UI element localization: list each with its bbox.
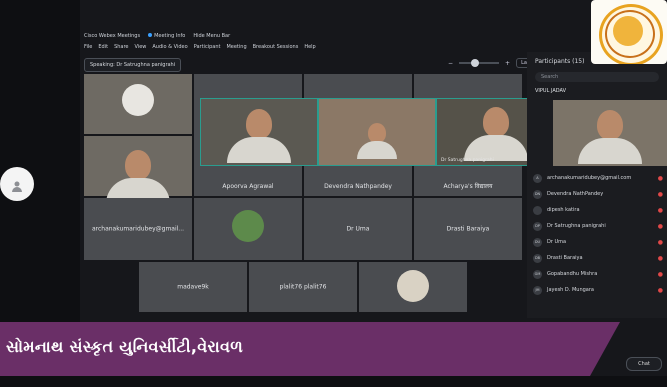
video-tile[interactable] [84,74,192,134]
participants-header: Participants (15) [535,58,585,65]
speaker-name-label: Dr Satrughna panigrahi [441,158,494,163]
user-avatar-icon[interactable] [0,167,34,201]
mic-muted-icon: ● [657,174,663,182]
participant-video [227,109,291,163]
webex-window: Cisco Webex Meetings Meeting Info Hide M… [0,0,667,387]
participant-row[interactable]: DU Dr Uma ● [533,236,663,248]
banner-title: સોમનાથ સંસ્કૃત યુનિવર્સીટી,વેરાવળ [6,337,244,356]
participant-row[interactable]: dipesh katira ● [533,204,663,216]
mic-muted-icon: ● [657,286,663,294]
menu-meeting[interactable]: Meeting [226,44,246,50]
tile-name: madave9k [177,283,209,291]
mic-muted-icon: ● [657,254,663,262]
tile-name: Devendra Nathpandey [324,183,392,190]
participant-row[interactable]: DP Dr Satrughna panigrahi ● [533,220,663,232]
menu-share[interactable]: Share [114,44,128,50]
participant-photo [122,84,154,116]
menu-audio-video[interactable]: Audio & Video [152,44,187,50]
video-tile[interactable] [84,136,192,204]
chat-button[interactable]: Chat [626,357,662,371]
participant-video [106,150,170,204]
menu-view[interactable]: View [135,44,147,50]
tile-name: Acharya's विद्यालय [443,183,493,190]
participant-photo [232,210,264,242]
video-tile[interactable] [359,262,467,312]
university-logo [591,0,667,64]
tile-name: Drasti Baraiya [446,225,490,233]
zoom-slider[interactable] [459,59,500,67]
tile-name: archanakumaridubey@gmail... [91,225,185,233]
participant-video [578,110,642,164]
menu-breakout-sessions[interactable]: Breakout Sessions [253,44,299,50]
participant-row[interactable]: Aarchanakumaridubey@gmail.com ● [533,172,663,184]
info-icon [148,33,153,37]
video-tile[interactable]: archanakumaridubey@gmail... [84,198,192,260]
menu-help[interactable]: Help [304,44,315,50]
mic-muted-icon: ● [657,238,663,246]
participant-row[interactable]: DB Drasti Baraiya ● [533,252,663,264]
menu-participant[interactable]: Participant [194,44,221,50]
host-name: VIPUL JADAV [535,88,567,94]
video-tile[interactable]: madave9k [139,262,247,312]
tile-name: plalit76 plalit76 [279,283,327,291]
zoom-out-icon[interactable]: − [448,60,453,67]
participant-row[interactable]: DN Devendra NathPandey ● [533,188,663,200]
menu-bar: Cisco Webex Meetings Meeting Info Hide M… [80,30,580,56]
participants-panel: Participants (15) Search VIPUL JADAV Aar… [527,52,667,318]
participant-search-input[interactable]: Search [535,72,659,82]
mic-muted-icon: ● [657,206,663,214]
mic-muted-icon: ● [657,222,663,230]
mic-muted-icon: ● [657,190,663,198]
mic-muted-icon: ● [657,270,663,278]
video-tile[interactable]: plalit76 plalit76 [249,262,357,312]
floating-video[interactable] [200,98,318,166]
menu-edit[interactable]: Edit [98,44,108,50]
zoom-in-icon[interactable]: + [505,60,510,67]
video-tile[interactable]: Dr Uma [304,198,412,260]
tile-name: Dr Uma [346,225,370,233]
active-speaker-label: Speaking: Dr Satrughna panigrahi [84,58,182,72]
participant-video [357,123,397,159]
bottom-margin [0,376,667,387]
video-tile[interactable]: Drasti Baraiya [414,198,522,260]
participant-row[interactable]: JM Jayesh D. Mungara ● [533,284,663,296]
video-tile[interactable] [194,198,302,260]
floating-video[interactable] [318,98,436,166]
participant-video [464,107,528,161]
participant-row[interactable]: GM Gopabandhu Mishra ● [533,268,663,280]
app-title: Cisco Webex Meetings [84,33,141,39]
tile-name: Apoorva Agrawal [222,183,274,190]
meeting-info-button[interactable]: Meeting Info [148,33,185,39]
participant-photo [397,270,429,302]
host-video[interactable] [553,100,667,166]
hide-menu-bar-button[interactable]: Hide Menu Bar [193,33,230,39]
menu-file[interactable]: File [84,44,92,50]
